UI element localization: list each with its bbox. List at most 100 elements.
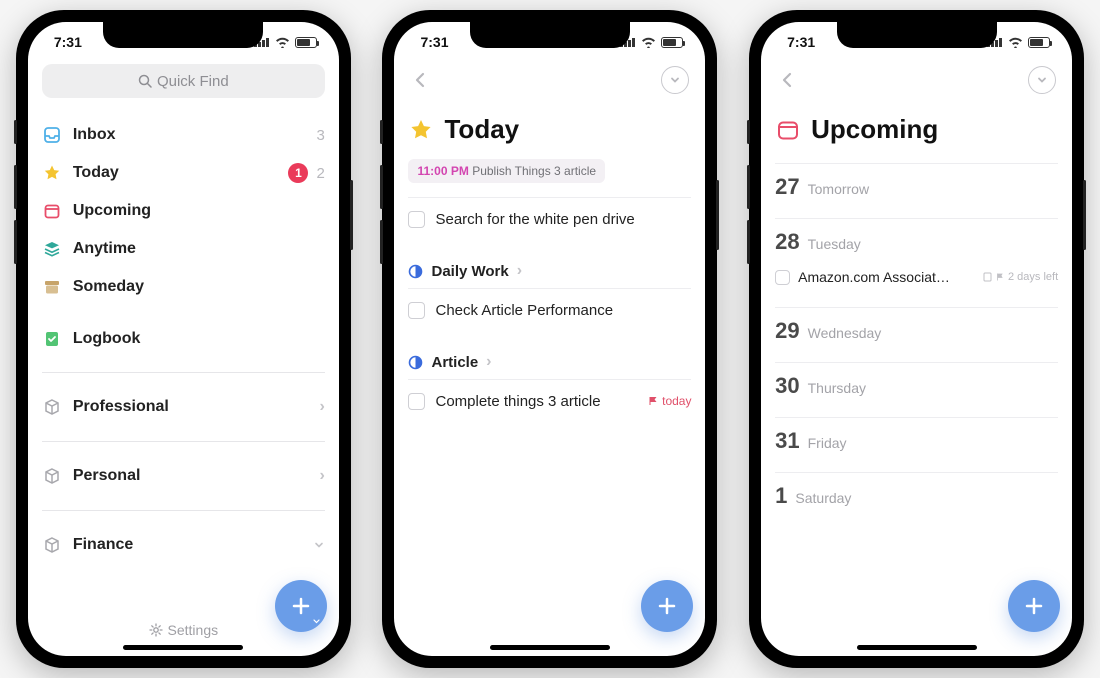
day-name: Thursday (808, 380, 866, 396)
day-number: 31 (775, 428, 799, 454)
calendar-icon (775, 117, 801, 143)
star-icon (42, 163, 62, 183)
project-daily-work[interactable]: Daily Work › (408, 262, 691, 280)
sidebar-item-inbox[interactable]: Inbox 3 (42, 116, 325, 154)
sidebar-item-anytime[interactable]: Anytime (42, 230, 325, 268)
gear-icon (149, 623, 163, 637)
cube-icon (42, 397, 62, 417)
task-label: Complete things 3 article (435, 393, 600, 410)
area-label: Professional (73, 398, 309, 416)
cube-icon (42, 466, 62, 486)
event-time: 11:00 PM (417, 164, 468, 178)
sidebar-item-logbook[interactable]: Logbook (42, 320, 325, 358)
cube-icon (42, 535, 62, 555)
wifi-icon (275, 37, 290, 48)
status-time: 7:31 (54, 34, 82, 50)
more-options-button[interactable] (661, 66, 689, 94)
sidebar-item-someday[interactable]: Someday (42, 268, 325, 306)
wifi-icon (641, 37, 656, 48)
star-icon (408, 117, 434, 143)
flag-icon (996, 273, 1004, 281)
area-label: Personal (73, 467, 309, 485)
day-name: Saturday (795, 490, 851, 506)
sidebar-item-today[interactable]: Today 1 2 (42, 154, 325, 192)
chevron-down-icon (313, 618, 320, 625)
task-label: Check Article Performance (435, 302, 613, 319)
day-number: 30 (775, 373, 799, 399)
project-article[interactable]: Article › (408, 353, 691, 371)
day-number: 28 (775, 229, 799, 255)
task-checkbox[interactable] (408, 302, 425, 319)
new-task-button[interactable] (275, 580, 327, 632)
task-row[interactable]: Search for the white pen drive (408, 198, 691, 240)
wifi-icon (1008, 37, 1023, 48)
back-button[interactable] (410, 67, 430, 93)
project-progress-icon (408, 264, 423, 279)
page-title: Upcoming (811, 114, 938, 145)
status-time: 7:31 (420, 34, 448, 50)
day-section-27[interactable]: 27 Tomorrow (775, 163, 1058, 200)
task-checkbox[interactable] (408, 211, 425, 228)
inbox-icon (42, 125, 62, 145)
home-indicator[interactable] (490, 645, 610, 650)
task-label: Search for the white pen drive (435, 211, 634, 228)
home-indicator[interactable] (857, 645, 977, 650)
archive-icon (42, 277, 62, 297)
overdue-badge: 1 (288, 163, 308, 183)
sidebar-item-label: Someday (73, 278, 325, 296)
search-placeholder: Quick Find (157, 73, 229, 90)
chevron-down-icon (669, 74, 681, 86)
day-section-30[interactable]: 30 Thursday (775, 362, 1058, 399)
event-text: Publish Things 3 article (472, 164, 596, 178)
deadline-label: today (662, 394, 691, 408)
home-indicator[interactable] (123, 645, 243, 650)
layers-icon (42, 239, 62, 259)
day-number: 27 (775, 174, 799, 200)
plus-icon (656, 595, 678, 617)
new-task-button[interactable] (1008, 580, 1060, 632)
plus-icon (290, 595, 312, 617)
area-label: Finance (73, 536, 302, 554)
page-title: Today (444, 114, 519, 145)
settings-label: Settings (168, 622, 219, 638)
calendar-icon (42, 201, 62, 221)
scheduled-event[interactable]: 11:00 PM Publish Things 3 article (408, 159, 605, 183)
task-checkbox[interactable] (775, 270, 790, 285)
status-time: 7:31 (787, 34, 815, 50)
sidebar-item-upcoming[interactable]: Upcoming (42, 192, 325, 230)
day-section-31[interactable]: 31Friday (775, 417, 1058, 454)
area-finance[interactable]: Finance (42, 525, 325, 565)
logbook-icon (42, 329, 62, 349)
task-row[interactable]: Amazon.com Associat… 2 days left (775, 265, 1058, 289)
sidebar-item-label: Inbox (73, 126, 306, 144)
back-button[interactable] (777, 67, 797, 93)
task-row[interactable]: Complete things 3 article today (408, 380, 691, 422)
chevron-right-icon: › (320, 398, 325, 416)
note-icon (983, 272, 992, 282)
deadline-label: 2 days left (1008, 271, 1058, 283)
task-checkbox[interactable] (408, 393, 425, 410)
chevron-right-icon: › (517, 262, 522, 280)
day-section-29[interactable]: 29Wednesday (775, 307, 1058, 344)
settings-button[interactable]: Settings (149, 622, 219, 638)
flag-icon (648, 396, 658, 406)
search-icon (138, 74, 152, 88)
day-section-1[interactable]: 1Saturday (775, 472, 1058, 509)
plus-icon (1023, 595, 1045, 617)
more-options-button[interactable] (1028, 66, 1056, 94)
search-input[interactable]: Quick Find (42, 64, 325, 98)
project-progress-icon (408, 355, 423, 370)
project-label: Daily Work (431, 263, 508, 280)
chevron-down-icon (1036, 74, 1048, 86)
day-name: Tomorrow (808, 181, 869, 197)
battery-icon (1028, 37, 1050, 48)
day-section-28[interactable]: 28Tuesday Amazon.com Associat… 2 days le… (775, 218, 1058, 289)
area-professional[interactable]: Professional › (42, 387, 325, 427)
count-label: 3 (316, 127, 324, 144)
area-personal[interactable]: Personal › (42, 456, 325, 496)
project-label: Article (431, 354, 478, 371)
chevron-down-icon (313, 539, 325, 551)
task-row[interactable]: Check Article Performance (408, 289, 691, 331)
sidebar-item-label: Anytime (73, 240, 325, 258)
new-task-button[interactable] (641, 580, 693, 632)
